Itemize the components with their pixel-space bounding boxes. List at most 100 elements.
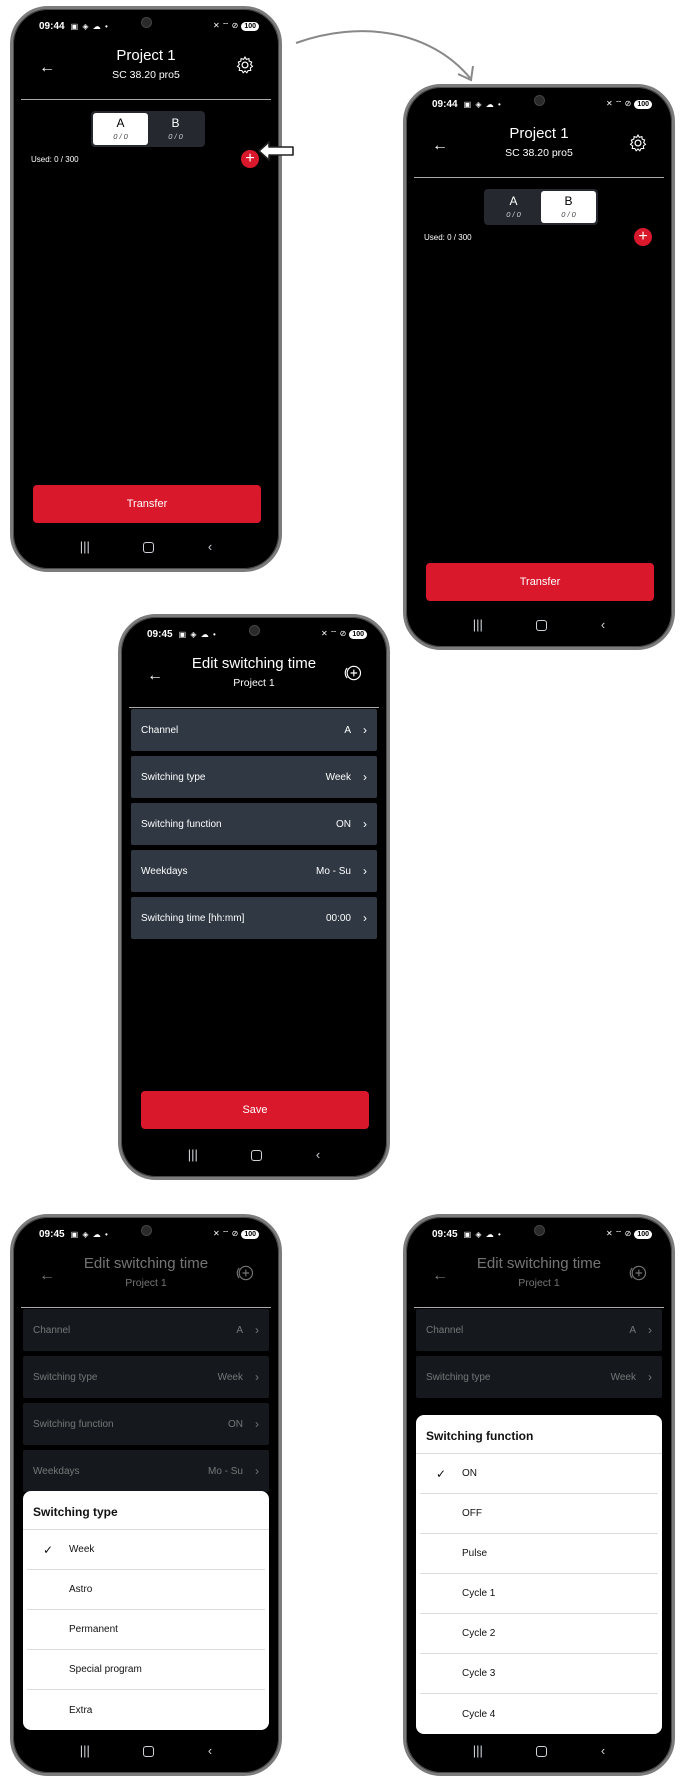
row-switching-type[interactable]: Switching type Week › — [23, 1356, 269, 1398]
back-arrow-icon[interactable]: ← — [147, 667, 163, 685]
option-cycle-1[interactable]: Cycle 1 — [420, 1574, 658, 1614]
check-icon: ✓ — [435, 1466, 447, 1481]
recent-apps-icon[interactable]: ||| — [188, 1147, 198, 1165]
option-cycle-4[interactable]: Cycle 4 — [420, 1694, 658, 1734]
row-label: Channel — [33, 1324, 71, 1336]
nav-back-icon[interactable]: ‹ — [316, 1147, 320, 1165]
status-icons-right: ✕ ⌔ ⊘ — [605, 1229, 632, 1238]
home-icon[interactable] — [251, 1150, 263, 1161]
back-arrow-icon[interactable]: ← — [432, 137, 448, 155]
plus-circle-icon[interactable] — [235, 1263, 255, 1283]
row-switching-function[interactable]: Switching function ON › — [23, 1403, 269, 1445]
option-special-program[interactable]: Special program — [27, 1650, 265, 1690]
add-switching-time-button[interactable]: + — [634, 228, 652, 246]
header-divider — [414, 177, 664, 178]
row-switching-type[interactable]: Switching type Week › — [131, 756, 377, 798]
battery-icon: 100 — [634, 1229, 652, 1239]
row-switching-type[interactable]: Switching type Week › — [416, 1356, 662, 1398]
back-arrow-icon[interactable]: ← — [39, 1267, 55, 1285]
recent-apps-icon[interactable]: ||| — [80, 1743, 90, 1761]
chevron-right-icon: › — [648, 1370, 652, 1384]
plus-circle-icon[interactable] — [343, 663, 363, 683]
option-on[interactable]: ✓ ON — [420, 1454, 658, 1494]
recent-apps-icon[interactable]: ||| — [473, 1743, 483, 1761]
row-switching-function[interactable]: Switching function ON › — [131, 803, 377, 845]
tab-count: 0 / 0 — [506, 210, 521, 219]
row-channel[interactable]: Channel A › — [416, 1309, 662, 1351]
status-bar: 09:45 ▣ ◈ ☁ • ✕ ⌔ ⊘ 100 — [147, 627, 367, 641]
app-header: ← Edit switching time Project 1 — [406, 1251, 672, 1305]
row-weekdays[interactable]: Weekdays Mo - Su › — [131, 850, 377, 892]
header-divider — [21, 99, 271, 100]
option-extra[interactable]: Extra — [27, 1690, 265, 1730]
back-arrow-icon[interactable]: ← — [39, 59, 55, 77]
chevron-right-icon: › — [363, 770, 367, 784]
check-icon: ✓ — [42, 1542, 54, 1557]
row-value: ON — [336, 818, 351, 830]
chevron-right-icon: › — [255, 1323, 259, 1337]
option-pulse[interactable]: Pulse — [420, 1534, 658, 1574]
chevron-right-icon: › — [648, 1323, 652, 1337]
battery-icon: 100 — [634, 99, 652, 109]
home-icon[interactable] — [143, 1746, 155, 1757]
back-arrow-icon[interactable]: ← — [432, 1267, 448, 1285]
system-nav-bar: ||| ‹ — [13, 539, 279, 557]
plus-circle-icon[interactable] — [628, 1263, 648, 1283]
nav-back-icon[interactable]: ‹ — [208, 1743, 212, 1761]
app-header: ← Edit switching time Project 1 — [13, 1251, 279, 1305]
option-label: Permanent — [69, 1624, 118, 1635]
row-label: Switching type — [426, 1371, 491, 1383]
recent-apps-icon[interactable]: ||| — [80, 539, 90, 557]
option-permanent[interactable]: Permanent — [27, 1610, 265, 1650]
status-time: 09:44 — [432, 98, 458, 110]
chevron-right-icon: › — [363, 864, 367, 878]
row-switching-time[interactable]: Switching time [hh:mm] 00:00 › — [131, 897, 377, 939]
option-cycle-3[interactable]: Cycle 3 — [420, 1654, 658, 1694]
tab-channel-b[interactable]: B 0 / 0 — [541, 191, 596, 223]
option-label: ON — [462, 1468, 477, 1479]
transfer-button[interactable]: Transfer — [426, 563, 654, 601]
option-astro[interactable]: Astro — [27, 1570, 265, 1610]
gear-icon[interactable] — [628, 133, 648, 153]
chevron-right-icon: › — [255, 1417, 259, 1431]
chevron-right-icon: › — [255, 1464, 259, 1478]
tab-channel-a[interactable]: A 0 / 0 — [93, 113, 148, 145]
option-off[interactable]: OFF — [420, 1494, 658, 1534]
switching-type-sheet: Switching type ✓ Week Astro Permanent Spe… — [23, 1491, 269, 1730]
battery-icon: 100 — [241, 1229, 259, 1239]
row-value: A — [236, 1324, 243, 1336]
recent-apps-icon[interactable]: ||| — [473, 617, 483, 635]
row-value: Mo - Su — [315, 865, 351, 877]
row-weekdays[interactable]: Weekdays Mo - Su › — [23, 1450, 269, 1492]
row-label: Switching type — [33, 1371, 98, 1383]
phone-project-channel-a: 09:44 ▣ ◈ ☁ • ✕ ⌔ ⊘ 100 ← Project 1 SC 38… — [10, 6, 282, 572]
row-channel[interactable]: Channel A › — [23, 1309, 269, 1351]
nav-back-icon[interactable]: ‹ — [601, 1743, 605, 1761]
row-value: 00:00 — [325, 912, 351, 924]
nav-back-icon[interactable]: ‹ — [208, 539, 212, 557]
system-nav-bar: ||| ‹ — [13, 1743, 279, 1761]
tab-label: A — [509, 194, 518, 208]
option-cycle-2[interactable]: Cycle 2 — [420, 1614, 658, 1654]
sheet-title: Switching function — [416, 1415, 662, 1454]
nav-back-icon[interactable]: ‹ — [601, 617, 605, 635]
tab-count: 0 / 0 — [113, 132, 128, 141]
status-icons: ▣ ◈ ☁ • — [70, 21, 109, 31]
row-label: Switching time [hh:mm] — [141, 912, 245, 924]
row-value: Mo - Su — [207, 1465, 243, 1477]
option-week[interactable]: ✓ Week — [27, 1530, 265, 1570]
battery-icon: 100 — [349, 629, 367, 639]
settings-list: Channel A › Switching type Week › — [416, 1309, 662, 1398]
home-icon[interactable] — [143, 542, 155, 553]
tab-channel-b[interactable]: B 0 / 0 — [148, 113, 203, 145]
chevron-right-icon: › — [363, 911, 367, 925]
home-icon[interactable] — [536, 1746, 548, 1757]
home-icon[interactable] — [536, 620, 548, 631]
row-channel[interactable]: Channel A › — [131, 709, 377, 751]
tab-channel-a[interactable]: A 0 / 0 — [486, 191, 541, 223]
sheet-title: Switching type — [23, 1491, 269, 1530]
save-button[interactable]: Save — [141, 1091, 369, 1129]
transfer-button[interactable]: Transfer — [33, 485, 261, 523]
header-divider — [414, 1307, 664, 1308]
gear-icon[interactable] — [235, 55, 255, 75]
